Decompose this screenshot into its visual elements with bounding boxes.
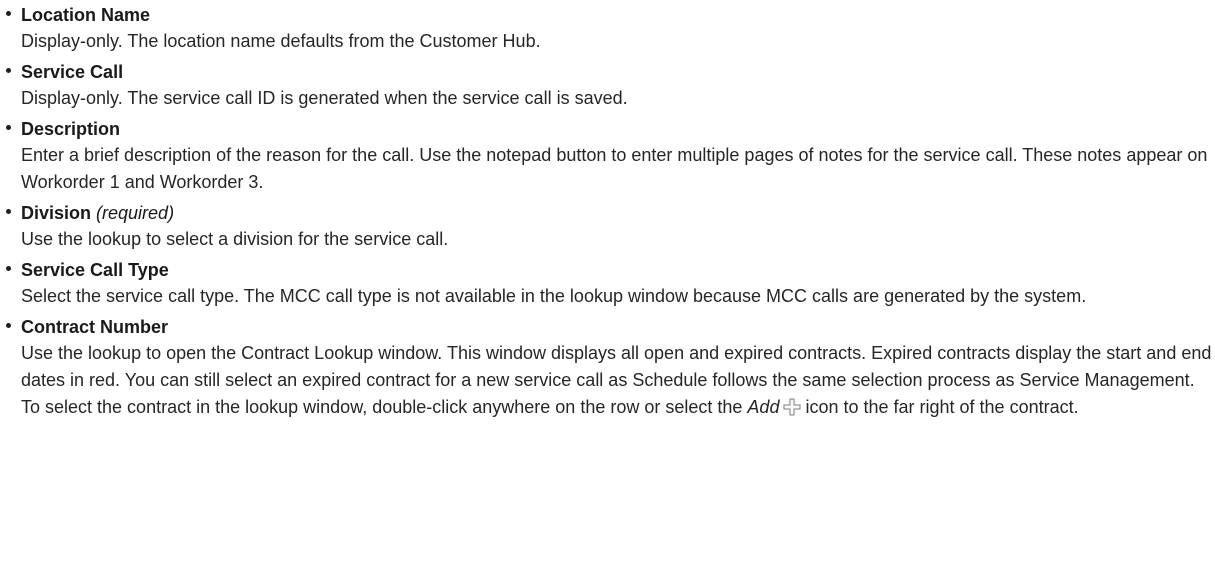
- bullet-marker: [6, 11, 11, 16]
- field-definition-list: Location Name Display-only. The location…: [0, 2, 1215, 421]
- document-body: Location Name Display-only. The location…: [0, 0, 1215, 421]
- description-text-after: icon to the far right of the contract.: [805, 397, 1079, 417]
- field-description: Enter a brief description of the reason …: [21, 145, 1208, 192]
- add-plus-icon: [783, 397, 801, 416]
- field-term: Division: [21, 203, 92, 223]
- list-item-division: Division (required) Use the lookup to se…: [0, 200, 1215, 253]
- add-plus-icon-svg: [783, 398, 801, 416]
- bullet-marker: [6, 125, 11, 130]
- bullet-marker: [6, 68, 11, 73]
- field-term: Contract Number: [21, 317, 169, 337]
- field-description: Display-only. The location name defaults…: [21, 31, 541, 51]
- field-term: Service Call: [21, 62, 124, 82]
- field-term: Location Name: [21, 5, 151, 25]
- list-item-contract-number: Contract Number Use the lookup to open t…: [0, 314, 1215, 421]
- bullet-marker: [6, 323, 11, 328]
- bullet-marker: [6, 266, 11, 271]
- list-item-service-call-type: Service Call Type Select the service cal…: [0, 257, 1215, 310]
- bullet-marker: [6, 209, 11, 214]
- field-term: Description: [21, 119, 121, 139]
- field-description: Use the lookup to select a division for …: [21, 229, 449, 249]
- add-emphasis: Add: [747, 397, 780, 417]
- field-description: Select the service call type. The MCC ca…: [21, 286, 1087, 306]
- field-term: Service Call Type: [21, 260, 169, 280]
- field-description: Display-only. The service call ID is gen…: [21, 88, 628, 108]
- field-term-row: Division (required): [21, 200, 1215, 226]
- list-item-service-call: Service Call Display-only. The service c…: [0, 59, 1215, 112]
- list-item-description: Description Enter a brief description of…: [0, 116, 1215, 196]
- required-qualifier: (required): [96, 203, 175, 223]
- field-description: Use the lookup to open the Contract Look…: [21, 340, 1213, 421]
- list-item-location-name: Location Name Display-only. The location…: [0, 2, 1215, 55]
